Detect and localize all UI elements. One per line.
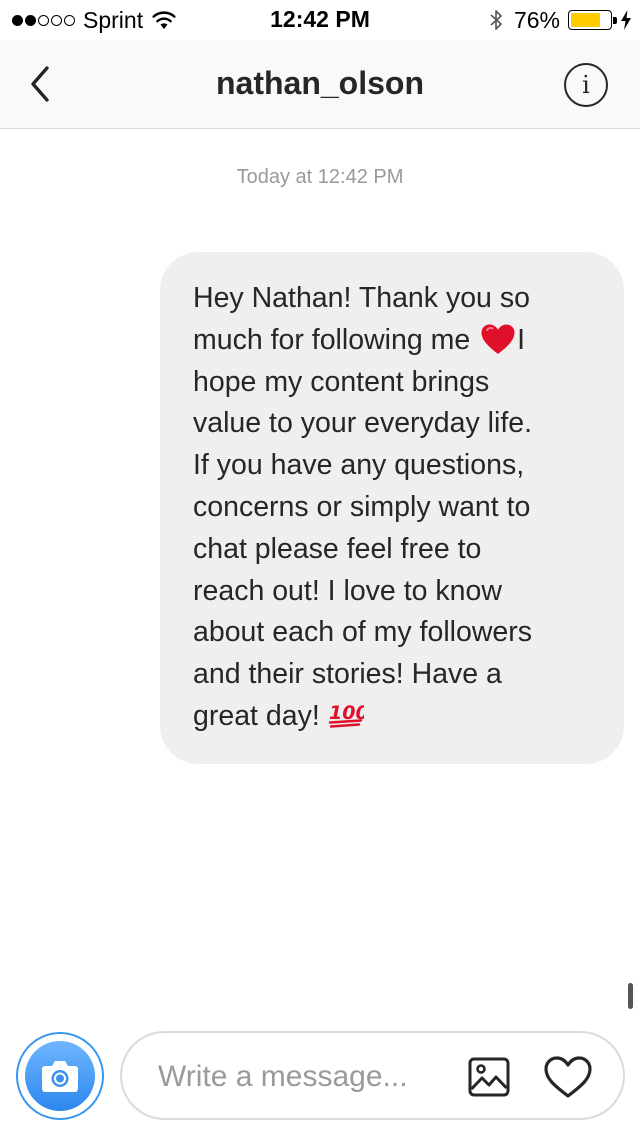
image-gallery-icon [468, 1057, 510, 1097]
charging-bolt-icon [621, 10, 631, 30]
camera-icon [42, 1061, 78, 1092]
battery-icon [568, 10, 617, 30]
status-right: 76% [488, 6, 632, 34]
red-heart-emoji [481, 324, 515, 354]
bluetooth-icon [490, 10, 502, 30]
conversation-header: nathan_olson i [0, 40, 640, 129]
like-button[interactable] [542, 1053, 594, 1101]
hundred-points-emoji: 100 [328, 702, 364, 728]
status-bar: Sprint 12:42 PM 76% [0, 0, 640, 40]
heart-outline-icon [544, 1056, 592, 1098]
message-bubble[interactable]: Hey Nathan! Thank you so much for follow… [160, 252, 624, 764]
info-button[interactable]: i [564, 63, 608, 107]
message-input[interactable] [158, 1055, 458, 1099]
battery-level-fill [571, 13, 600, 27]
camera-button[interactable] [16, 1032, 104, 1120]
message-composer [120, 1031, 625, 1120]
message-timestamp: Today at 12:42 PM [236, 166, 404, 188]
info-circle-icon: i [582, 71, 590, 99]
message-text: Hey Nathan! Thank you so much for follow… [193, 278, 604, 738]
gallery-button[interactable] [467, 1055, 511, 1099]
message-text-part-2: I hope my content brings value to your e… [193, 323, 533, 732]
scroll-indicator[interactable] [628, 983, 633, 1009]
conversation-title[interactable]: nathan_olson [0, 65, 640, 102]
battery-percent: 76% [513, 6, 560, 33]
